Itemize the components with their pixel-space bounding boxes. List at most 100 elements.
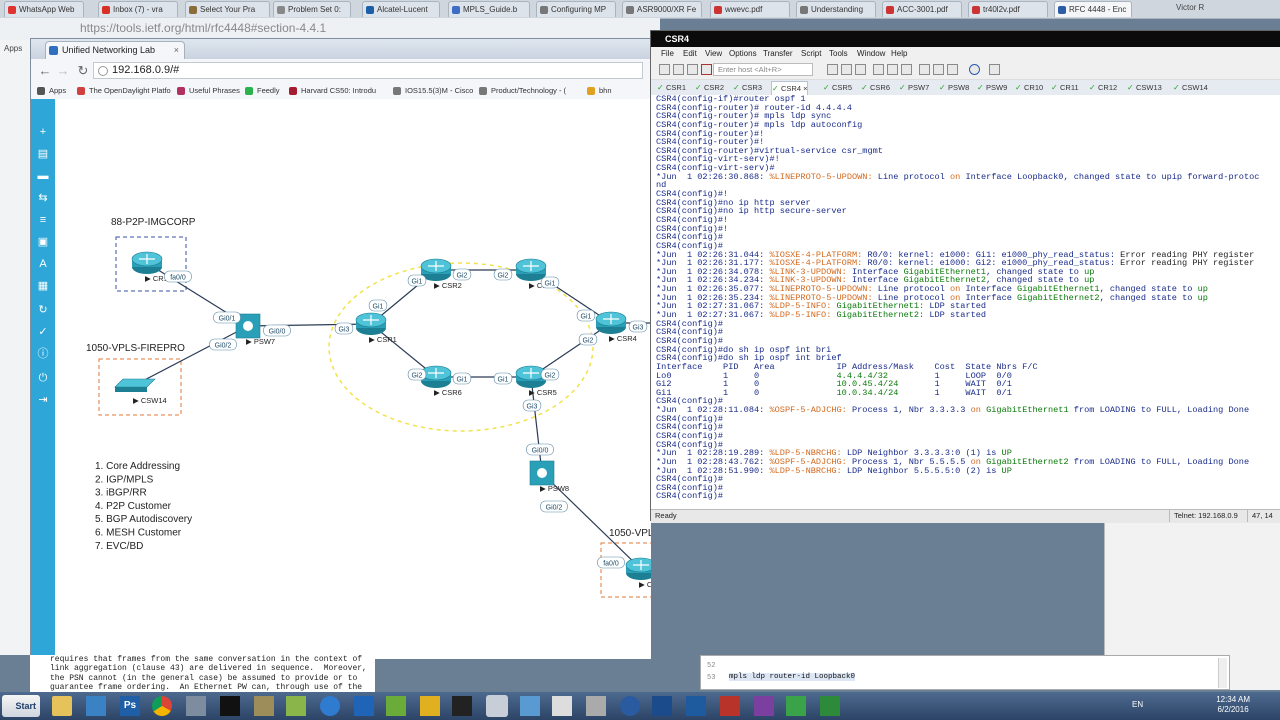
outer-tab[interactable]: Alcatel-Lucent xyxy=(362,1,440,17)
back-button[interactable]: ← xyxy=(37,63,53,79)
document-icon[interactable]: ▤ xyxy=(36,147,50,161)
help-icon[interactable] xyxy=(969,64,980,75)
app-icon[interactable] xyxy=(686,696,706,716)
app-icon[interactable] xyxy=(286,696,306,716)
lab-canvas[interactable]: 88-P2P-IMGCORP 1050-VPLS-FIREPRO 1050-VPLS… xyxy=(31,99,1081,700)
editor-scrollbar[interactable] xyxy=(1218,658,1227,688)
swap-icon[interactable]: ⇆ xyxy=(36,191,50,205)
editor-line-text[interactable]: mpls ldp router-id Loopback0 xyxy=(729,673,856,681)
app-icon[interactable] xyxy=(254,696,274,716)
chrome-icon[interactable] xyxy=(152,696,172,716)
logout-icon[interactable]: ⇥ xyxy=(36,393,50,407)
bookmark-item[interactable]: Product/Technology - ( xyxy=(479,85,566,97)
close-tab-icon[interactable]: × xyxy=(801,84,807,93)
ie-icon[interactable] xyxy=(320,696,340,716)
keymap-icon[interactable] xyxy=(947,64,958,75)
session-tab-csr4[interactable]: ✓ CSR4 × xyxy=(771,81,809,95)
session-tab-csw14[interactable]: ✓ CSW14 xyxy=(1173,81,1208,94)
session-tab-cr11[interactable]: ✓ CR11 xyxy=(1051,81,1079,94)
app-icon[interactable] xyxy=(786,696,806,716)
menu-edit[interactable]: Edit xyxy=(683,47,697,61)
terminal-output[interactable]: CSR4(config-if)#router ospf 1 CSR4(config… xyxy=(651,95,1280,509)
session-tab-csr5[interactable]: ✓ CSR5 xyxy=(823,81,852,94)
inner-url-text[interactable]: 192.168.0.9/# xyxy=(112,64,179,76)
inner-address-bar[interactable]: 192.168.0.9/# xyxy=(93,62,643,79)
outer-tab[interactable]: Problem Set 0: xyxy=(273,1,351,17)
app-icon[interactable] xyxy=(386,696,406,716)
outer-tab[interactable]: ACC-3001.pdf xyxy=(882,1,962,17)
grid-app-icon[interactable] xyxy=(86,696,106,716)
session-tab-csr1[interactable]: ✓ CSR1 xyxy=(657,81,686,94)
menu-options[interactable]: Options xyxy=(729,47,757,61)
onenote-icon[interactable] xyxy=(720,696,740,716)
sftp-icon[interactable] xyxy=(901,64,912,75)
app-icon[interactable] xyxy=(520,696,540,716)
session-tab-psw7[interactable]: ✓ PSW7 xyxy=(899,81,929,94)
refresh-icon[interactable]: ↻ xyxy=(36,303,50,317)
paste-icon[interactable] xyxy=(841,64,852,75)
session-tab-csr6[interactable]: ✓ CSR6 xyxy=(861,81,890,94)
bookmark-item[interactable]: bhn xyxy=(587,85,612,97)
session-tab-psw9[interactable]: ✓ PSW9 xyxy=(977,81,1007,94)
menu-view[interactable]: View xyxy=(705,47,722,61)
language-indicator[interactable]: EN xyxy=(1132,700,1143,709)
connect-icon[interactable] xyxy=(659,64,670,75)
outer-tab[interactable]: Understanding xyxy=(796,1,876,17)
app-icon[interactable] xyxy=(552,696,572,716)
folder-icon[interactable] xyxy=(52,696,72,716)
plus-icon[interactable]: + xyxy=(36,125,50,139)
app-icon[interactable] xyxy=(820,696,840,716)
app-icon[interactable] xyxy=(420,696,440,716)
menu-file[interactable]: File xyxy=(661,47,674,61)
menu-window[interactable]: Window xyxy=(857,47,885,61)
app-icon[interactable] xyxy=(586,696,606,716)
outer-tab[interactable]: WhatsApp Web xyxy=(4,1,84,17)
app-icon[interactable] xyxy=(186,696,206,716)
bookmark-item[interactable]: Feedly xyxy=(245,85,280,97)
outer-address-bar[interactable]: https://tools.ietf.org/html/rfc4448#sect… xyxy=(0,18,660,40)
outer-url-text[interactable]: https://tools.ietf.org/html/rfc4448#sect… xyxy=(80,21,326,35)
forward-button[interactable]: → xyxy=(55,63,71,79)
grid-icon[interactable]: ▦ xyxy=(36,279,50,293)
onenote-icon[interactable] xyxy=(754,696,774,716)
power-icon[interactable]: ⏻ xyxy=(36,371,50,385)
file-icon[interactable]: ▬ xyxy=(36,169,50,183)
powershell-icon[interactable]: Ps xyxy=(120,696,140,716)
terminal-app-icon[interactable] xyxy=(452,696,472,716)
print-setup-icon[interactable] xyxy=(887,64,898,75)
log-icon[interactable] xyxy=(989,64,1000,75)
host-input[interactable]: Enter host <Alt+R> xyxy=(713,63,813,76)
menu-script[interactable]: Script xyxy=(801,47,821,61)
close-tab-icon[interactable]: × xyxy=(174,42,179,58)
outer-tab[interactable]: RFC 4448 - Enc xyxy=(1054,1,1132,17)
app-icon[interactable] xyxy=(486,695,508,717)
outer-tab[interactable]: Select Your Pra xyxy=(185,1,270,17)
outer-tab[interactable]: wwevc.pdf xyxy=(710,1,790,17)
tab-unified-networking-lab[interactable]: Unified Networking Lab × xyxy=(45,41,185,59)
settings-icon[interactable] xyxy=(919,64,930,75)
print-icon[interactable] xyxy=(873,64,884,75)
node-csw14[interactable]: ▶ CSW14 xyxy=(114,378,167,405)
outer-tab[interactable]: ASR9000/XR Fe xyxy=(622,1,702,17)
bookmark-item[interactable]: Harvard CS50: Introdu xyxy=(289,85,376,97)
connect-tab-icon[interactable] xyxy=(687,64,698,75)
menu-help[interactable]: Help xyxy=(891,47,907,61)
system-clock[interactable]: 12:34 AM 6/2/2016 xyxy=(1216,695,1250,715)
session-tab-cr12[interactable]: ✓ CR12 xyxy=(1089,81,1117,94)
menu-tools[interactable]: Tools xyxy=(829,47,848,61)
notes-editor[interactable]: 52 53 mpls ldp router-id Loopback0 xyxy=(700,655,1230,690)
start-button[interactable]: Start xyxy=(2,695,40,717)
info-icon[interactable]: ⓘ xyxy=(36,347,50,361)
app-icon[interactable] xyxy=(354,696,374,716)
cmd-icon[interactable] xyxy=(220,696,240,716)
outer-apps-label[interactable]: Apps xyxy=(4,44,22,53)
reload-button[interactable]: ↻ xyxy=(75,63,91,79)
image-icon[interactable]: ▣ xyxy=(36,235,50,249)
bookmark-item[interactable]: Useful Phrases xyxy=(177,85,240,97)
topology-diagram[interactable]: 88-P2P-IMGCORP 1050-VPLS-FIREPRO 1050-VPLS… xyxy=(31,99,1081,700)
options-icon[interactable] xyxy=(933,64,944,75)
app-icon[interactable] xyxy=(620,696,640,716)
outer-tab[interactable]: Inbox (7) - vra xyxy=(98,1,178,17)
bookmark-item[interactable]: The OpenDaylight Platfo xyxy=(77,85,171,97)
quick-connect-icon[interactable] xyxy=(673,64,684,75)
